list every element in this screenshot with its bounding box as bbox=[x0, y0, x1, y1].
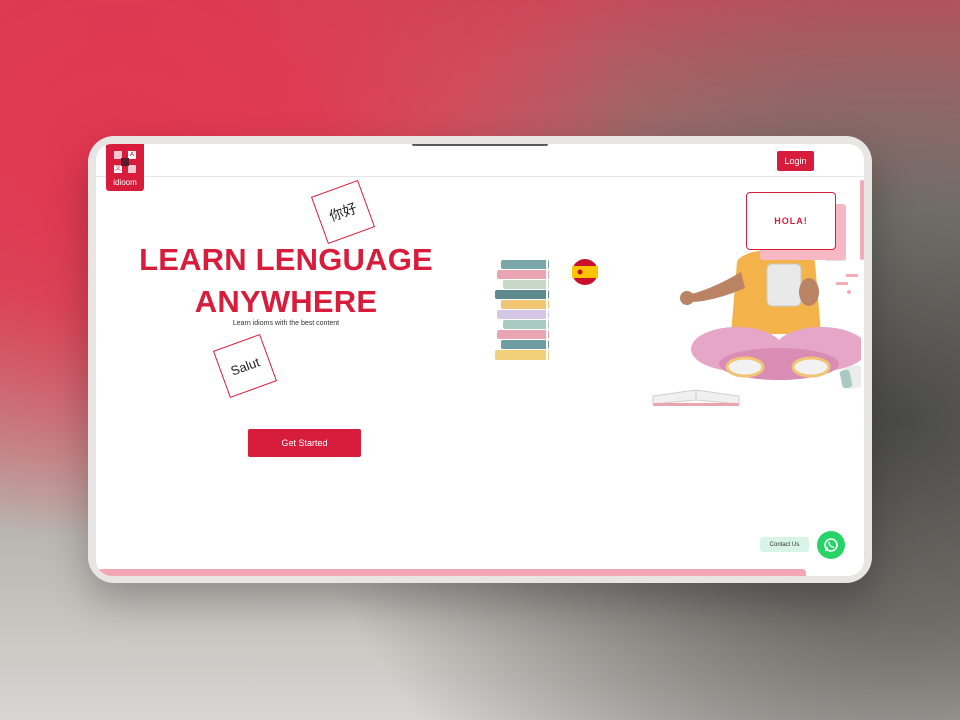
top-notch bbox=[412, 144, 548, 146]
card-salut: Salut bbox=[212, 333, 278, 399]
card-nihao: 你好 bbox=[310, 179, 376, 245]
open-book-icon bbox=[652, 389, 740, 406]
logo-text: idioom bbox=[113, 178, 137, 187]
whatsapp-button[interactable] bbox=[817, 531, 845, 559]
whatsapp-icon bbox=[824, 538, 838, 552]
hero-title: LEARN LENGUAGE ANYWHERE bbox=[136, 239, 436, 323]
header-divider bbox=[96, 176, 864, 177]
browser-screen: A 文 idioom Login 你好 LEARN LENGUAGE ANYWH… bbox=[96, 144, 864, 576]
spain-flag-icon bbox=[572, 259, 598, 285]
login-button[interactable]: Login bbox=[777, 151, 814, 171]
book-stack-icon bbox=[495, 260, 549, 360]
logo[interactable]: A 文 idioom bbox=[106, 144, 144, 191]
hero-subtitle: Learn idioms with the best content bbox=[232, 320, 340, 327]
hero-title-line2: ANYWHERE bbox=[194, 284, 378, 319]
hola-speech-bubble: HOLA! bbox=[746, 192, 836, 250]
logo-grid-icon: A 文 bbox=[114, 151, 136, 173]
bottom-progress-bar bbox=[96, 569, 806, 576]
contact-us-label[interactable]: Contact Us bbox=[760, 537, 809, 552]
get-started-button[interactable]: Get Started bbox=[248, 429, 361, 457]
hero-title-line1: LEARN LENGUAGE bbox=[139, 242, 433, 277]
